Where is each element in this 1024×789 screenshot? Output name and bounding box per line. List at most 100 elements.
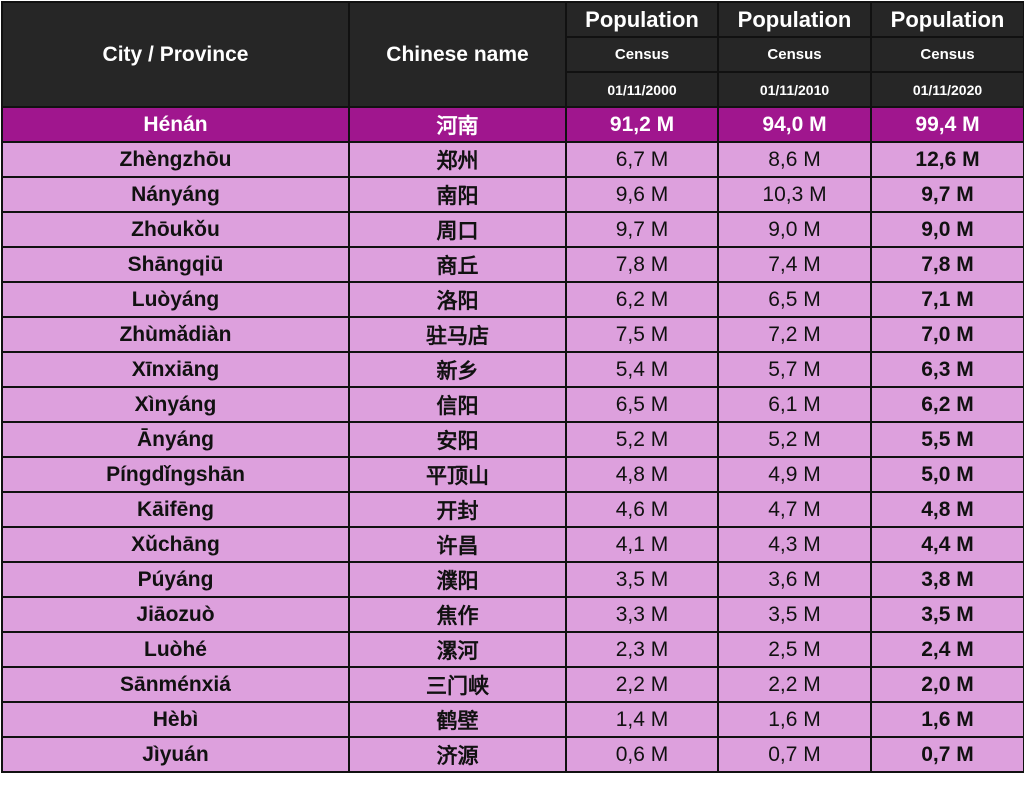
city-chinese-name: 信阳 [348,386,567,423]
table-row: Xìnyáng 信阳 6,5 M 6,1 M 6,2 M [1,386,1024,423]
city-pop-2020: 3,8 M [870,561,1024,598]
city-name: Luòhé [1,631,350,668]
table-row: Píngdǐngshān 平顶山 4,8 M 4,9 M 5,0 M [1,456,1024,493]
city-pop-2000: 4,6 M [565,491,719,528]
city-pop-2020: 6,2 M [870,386,1024,423]
city-name: Zhèngzhōu [1,141,350,178]
city-pop-2000: 3,3 M [565,596,719,633]
city-name: Zhōukǒu [1,211,350,248]
city-pop-2010: 7,4 M [717,246,872,283]
city-pop-2010: 8,6 M [717,141,872,178]
city-pop-2000: 6,7 M [565,141,719,178]
table-row: Xīnxiāng 新乡 5,4 M 5,7 M 6,3 M [1,351,1024,388]
city-name: Píngdǐngshān [1,456,350,493]
province-name: Hénán [1,106,350,143]
province-chinese-name: 河南 [348,106,567,143]
city-pop-2010: 4,9 M [717,456,872,493]
city-pop-2000: 3,5 M [565,561,719,598]
table-row: Shāngqiū 商丘 7,8 M 7,4 M 7,8 M [1,246,1024,283]
city-pop-2000: 5,2 M [565,421,719,458]
province-pop-2010: 94,0 M [717,106,872,143]
city-chinese-name: 安阳 [348,421,567,458]
city-pop-2010: 10,3 M [717,176,872,213]
city-pop-2000: 5,4 M [565,351,719,388]
city-pop-2010: 4,3 M [717,526,872,563]
city-pop-2010: 0,7 M [717,736,872,773]
table-header: City / Province Chinese name Population … [1,1,1024,108]
city-pop-2010: 3,5 M [717,596,872,633]
city-name: Púyáng [1,561,350,598]
city-pop-2010: 5,7 M [717,351,872,388]
city-chinese-name: 焦作 [348,596,567,633]
city-pop-2010: 1,6 M [717,701,872,738]
city-pop-2020: 7,1 M [870,281,1024,318]
city-chinese-name: 新乡 [348,351,567,388]
header-population-2000: Population [565,1,719,38]
city-pop-2020: 5,5 M [870,421,1024,458]
city-pop-2020: 7,8 M [870,246,1024,283]
table-row: Luòhé 漯河 2,3 M 2,5 M 2,4 M [1,631,1024,668]
table-row: Púyáng 濮阳 3,5 M 3,6 M 3,8 M [1,561,1024,598]
city-name: Xǔchāng [1,526,350,563]
city-chinese-name: 漯河 [348,631,567,668]
table-row: Zhùmǎdiàn 驻马店 7,5 M 7,2 M 7,0 M [1,316,1024,353]
header-population-2020: Population [870,1,1024,38]
city-pop-2010: 9,0 M [717,211,872,248]
table-row: Kāifēng 开封 4,6 M 4,7 M 4,8 M [1,491,1024,528]
table-body: Hénán 河南 91,2 M 94,0 M 99,4 M Zhèngzhōu 郑… [1,106,1024,773]
city-pop-2000: 6,2 M [565,281,719,318]
table-row: Zhōukǒu 周口 9,7 M 9,0 M 9,0 M [1,211,1024,248]
city-chinese-name: 商丘 [348,246,567,283]
header-date-2000: 01/11/2000 [565,71,719,108]
city-pop-2010: 2,5 M [717,631,872,668]
city-pop-2010: 6,5 M [717,281,872,318]
header-chinese-name: Chinese name [348,1,567,108]
city-pop-2000: 4,8 M [565,456,719,493]
city-pop-2020: 3,5 M [870,596,1024,633]
city-pop-2000: 2,2 M [565,666,719,703]
city-chinese-name: 平顶山 [348,456,567,493]
city-chinese-name: 洛阳 [348,281,567,318]
header-city-province: City / Province [1,1,350,108]
table-row: Luòyáng 洛阳 6,2 M 6,5 M 7,1 M [1,281,1024,318]
city-chinese-name: 开封 [348,491,567,528]
city-chinese-name: 三门峡 [348,666,567,703]
city-chinese-name: 周口 [348,211,567,248]
city-pop-2020: 2,4 M [870,631,1024,668]
city-pop-2010: 5,2 M [717,421,872,458]
city-pop-2000: 9,7 M [565,211,719,248]
city-name: Sānménxiá [1,666,350,703]
city-name: Kāifēng [1,491,350,528]
city-name: Nányáng [1,176,350,213]
city-name: Jìyuán [1,736,350,773]
city-name: Luòyáng [1,281,350,318]
city-pop-2020: 0,7 M [870,736,1024,773]
city-chinese-name: 驻马店 [348,316,567,353]
city-pop-2020: 4,8 M [870,491,1024,528]
table-row: Zhèngzhōu 郑州 6,7 M 8,6 M 12,6 M [1,141,1024,178]
header-date-2020: 01/11/2020 [870,71,1024,108]
city-pop-2000: 9,6 M [565,176,719,213]
city-pop-2010: 6,1 M [717,386,872,423]
table-row: Xǔchāng 许昌 4,1 M 4,3 M 4,4 M [1,526,1024,563]
table-row: Jiāozuò 焦作 3,3 M 3,5 M 3,5 M [1,596,1024,633]
header-census-2020: Census [870,36,1024,73]
city-pop-2020: 5,0 M [870,456,1024,493]
city-pop-2000: 6,5 M [565,386,719,423]
header-date-2010: 01/11/2010 [717,71,872,108]
province-pop-2000: 91,2 M [565,106,719,143]
table-row: Ānyáng 安阳 5,2 M 5,2 M 5,5 M [1,421,1024,458]
header-population-2010: Population [717,1,872,38]
city-pop-2000: 2,3 M [565,631,719,668]
city-chinese-name: 濮阳 [348,561,567,598]
city-chinese-name: 许昌 [348,526,567,563]
table-row: Jìyuán 济源 0,6 M 0,7 M 0,7 M [1,736,1024,773]
city-pop-2020: 1,6 M [870,701,1024,738]
table-row: Hèbì 鹤壁 1,4 M 1,6 M 1,6 M [1,701,1024,738]
header-census-2010: Census [717,36,872,73]
city-pop-2020: 9,0 M [870,211,1024,248]
city-chinese-name: 郑州 [348,141,567,178]
city-pop-2000: 7,5 M [565,316,719,353]
city-name: Hèbì [1,701,350,738]
city-pop-2000: 1,4 M [565,701,719,738]
